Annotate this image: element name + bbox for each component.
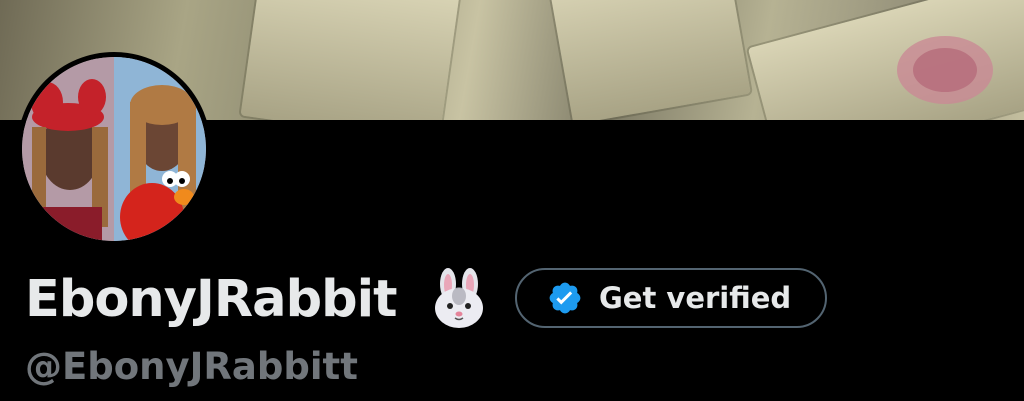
verified-badge-icon	[549, 282, 581, 314]
avatar[interactable]	[17, 52, 211, 246]
profile-handle: @EbonyJRabbitt	[25, 345, 358, 388]
get-verified-button[interactable]: Get verified	[515, 268, 827, 328]
display-name: EbonyJRabbit	[25, 270, 397, 329]
get-verified-label: Get verified	[599, 281, 792, 315]
avatar-photo	[22, 57, 206, 241]
banner-seal-icon	[897, 36, 993, 104]
rabbit-face-icon	[435, 268, 483, 328]
banner-bill	[549, 0, 751, 120]
banner-bill	[240, 0, 460, 120]
